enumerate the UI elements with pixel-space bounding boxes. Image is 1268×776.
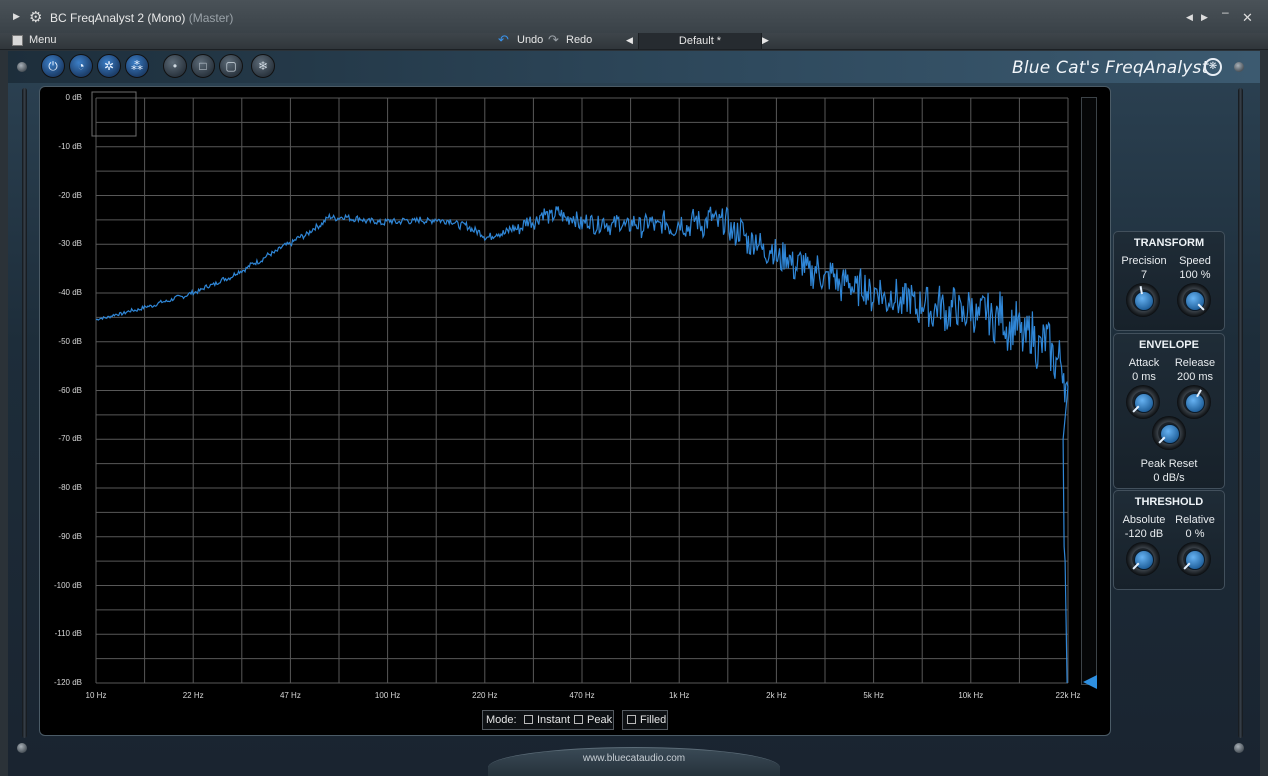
filled-label: Filled [640,714,667,726]
attack-knob[interactable] [1126,385,1160,419]
y-tick-label: -60 dB [58,385,82,395]
relative-value: 0 % [1185,528,1205,540]
y-tick-label: -100 dB [53,580,82,590]
mode-label: Mode: [486,714,517,726]
x-tick-label: 47 Hz [279,691,301,700]
y-tick-label: -50 dB [58,336,82,346]
level-meter [1081,97,1097,685]
x-tick-label: 10k Hz [958,691,984,700]
footer-url[interactable]: www.bluecataudio.com [488,753,780,764]
x-tick-label: 22 Hz [182,691,204,700]
mode-group: Mode: Instant Peak [482,710,614,730]
spectrum-graph[interactable] [0,0,1268,776]
checkbox-icon[interactable] [627,714,636,724]
y-tick-label: -70 dB [58,434,82,444]
absolute-label: Absolute [1122,514,1166,526]
y-tick-label: -110 dB [54,629,82,639]
release-value: 200 ms [1176,371,1214,383]
x-tick-label: 10 Hz [85,691,107,700]
peak-label: Peak [587,714,613,726]
y-tick-label: -10 dB [58,141,82,151]
x-tick-label: 100 Hz [374,691,401,700]
checkbox-icon[interactable] [574,714,583,724]
precision-knob[interactable] [1126,283,1160,317]
x-tick-label: 2k Hz [766,691,787,700]
absolute-value: -120 dB [1124,528,1164,540]
transform-title: TRANSFORM [1133,237,1205,249]
y-tick-label: -90 dB [58,531,82,541]
graph-grid [95,97,1069,684]
peak-toggle[interactable]: Peak [574,714,612,726]
instant-label: Instant [537,714,571,726]
x-tick-label: 470 Hz [569,691,595,700]
peak-reset-value: 0 dB/s [1153,472,1185,484]
x-tick-label: 220 Hz [472,691,498,700]
peak-reset-label: Peak Reset [1140,458,1198,470]
filled-toggle[interactable]: Filled [622,710,668,730]
y-tick-label: -30 dB [58,239,82,249]
x-tick-label: 1k Hz [668,691,690,700]
attack-value: 0 ms [1132,371,1156,383]
peak-reset-knob[interactable] [1152,416,1186,450]
speed-label: Speed [1179,255,1211,267]
absolute-knob[interactable] [1126,542,1160,576]
speed-value: 100 % [1179,269,1211,281]
x-tick-label: 22k Hz [1055,691,1081,700]
y-tick-label: -20 dB [58,190,82,200]
zoom-overview-box [91,91,137,137]
relative-knob[interactable] [1177,542,1211,576]
checkbox-icon[interactable] [524,714,533,724]
release-knob[interactable] [1177,385,1211,419]
plugin-window: ▶ ⚙ BC FreqAnalyst 2 (Mono) (Master) ◀ ▶… [0,0,1268,776]
x-tick-label: 5k Hz [863,691,884,700]
attack-label: Attack [1128,357,1160,369]
threshold-arrow-icon[interactable] [1083,675,1097,689]
y-tick-label: -120 dB [53,678,82,687]
instant-toggle[interactable]: Instant [524,714,570,726]
y-tick-label: -40 dB [58,288,82,297]
threshold-title: THRESHOLD [1134,496,1204,508]
y-tick-label: 0 dB [65,93,82,102]
precision-label: Precision [1121,255,1167,267]
speed-knob[interactable] [1177,283,1211,317]
envelope-panel: ENVELOPE Attack 0 ms Release 200 ms Peak… [1113,333,1225,489]
y-tick-label: -80 dB [58,483,82,492]
threshold-panel: THRESHOLD Absolute -120 dB Relative 0 % [1113,490,1225,590]
relative-label: Relative [1175,514,1215,526]
envelope-title: ENVELOPE [1139,339,1199,351]
release-label: Release [1174,357,1216,369]
transform-panel: TRANSFORM Precision 7 Speed 100 % [1113,231,1225,331]
precision-value: 7 [1140,269,1148,281]
